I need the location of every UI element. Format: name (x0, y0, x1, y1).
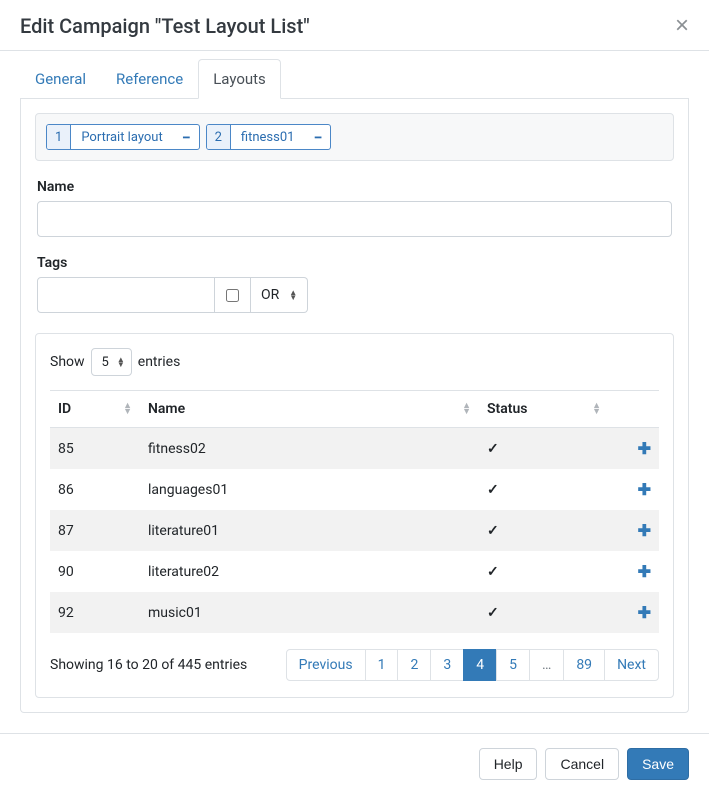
sort-icon: ▲▼ (123, 403, 132, 415)
cell-name: languages01 (140, 469, 479, 510)
sort-icon: ▲▼ (462, 403, 471, 415)
table-row: 85fitness02 ✓ ✚ (50, 428, 659, 470)
selected-layouts-bar: 1Portrait layout−2fitness01− (35, 113, 674, 161)
column-header[interactable]: Status ▲▼ (479, 391, 609, 428)
tags-exact-checkbox[interactable] (215, 277, 251, 313)
page-length-value: 5 (102, 355, 109, 370)
tab-general[interactable]: General (20, 59, 101, 99)
cell-status: ✓ (479, 428, 609, 470)
page-number-button[interactable]: 89 (563, 649, 605, 681)
cell-status: ✓ (479, 592, 609, 633)
column-header (609, 391, 659, 428)
tags-filter-label: Tags (37, 255, 672, 271)
tags-mode-select[interactable]: OR ▲▼ (251, 277, 308, 313)
column-header[interactable]: ID ▲▼ (50, 391, 140, 428)
page-number-button[interactable]: 5 (496, 649, 530, 681)
tab-bar: GeneralReferenceLayouts (20, 59, 689, 99)
layouts-table-wrap: Show 5 ▲▼ entries ID ▲▼ Name ▲▼ Status ▲▼ (35, 333, 674, 698)
check-icon: ✓ (487, 482, 499, 498)
name-filter-label: Name (37, 179, 672, 195)
tab-reference[interactable]: Reference (101, 59, 198, 99)
cell-id: 87 (50, 510, 140, 551)
cell-name: music01 (140, 592, 479, 633)
tags-filter-input[interactable] (37, 277, 215, 313)
cell-id: 85 (50, 428, 140, 470)
selected-layout-chip: 2fitness01− (206, 124, 332, 150)
add-layout-button[interactable]: ✚ (638, 439, 651, 458)
table-row: 87literature01 ✓ ✚ (50, 510, 659, 551)
check-icon: ✓ (487, 564, 499, 580)
table-row: 86languages01 ✓ ✚ (50, 469, 659, 510)
table-row: 92music01 ✓ ✚ (50, 592, 659, 633)
cell-name: literature01 (140, 510, 479, 551)
modal-title: Edit Campaign "Test Layout List" (20, 14, 310, 38)
chip-label: Portrait layout (71, 130, 172, 145)
page-prev-button[interactable]: Previous (286, 649, 366, 681)
cell-name: literature02 (140, 551, 479, 592)
save-button[interactable]: Save (627, 748, 689, 780)
layouts-panel: 1Portrait layout−2fitness01− Name Tags O… (20, 99, 689, 713)
tags-mode-label: OR (261, 287, 279, 303)
page-number-button[interactable]: 3 (430, 649, 464, 681)
cell-status: ✓ (479, 469, 609, 510)
cell-id: 86 (50, 469, 140, 510)
column-label: Name (148, 401, 185, 417)
page-length-select[interactable]: 5 ▲▼ (91, 348, 132, 376)
page-ellipsis: … (529, 649, 564, 681)
table-info: Showing 16 to 20 of 445 entries (50, 657, 247, 673)
page-number-button[interactable]: 2 (397, 649, 431, 681)
pagination: Previous12345…89Next (286, 649, 659, 681)
sort-icon: ▲▼ (592, 403, 601, 415)
select-caret-icon: ▲▼ (117, 357, 125, 367)
add-layout-button[interactable]: ✚ (638, 521, 651, 540)
length-prefix: Show (50, 354, 85, 370)
chip-index: 1 (47, 125, 71, 149)
cell-name: fitness02 (140, 428, 479, 470)
selected-layout-chip: 1Portrait layout− (46, 124, 200, 150)
select-caret-icon: ▲▼ (289, 290, 297, 300)
chip-index: 2 (207, 125, 231, 149)
cancel-button[interactable]: Cancel (545, 748, 619, 780)
add-layout-button[interactable]: ✚ (638, 480, 651, 499)
help-button[interactable]: Help (479, 748, 538, 780)
layouts-table: ID▲▼Name▲▼Status▲▼ 85fitness02✓✚86langua… (50, 390, 659, 633)
add-layout-button[interactable]: ✚ (638, 562, 651, 581)
name-filter-input[interactable] (37, 201, 672, 237)
chip-label: fitness01 (231, 130, 305, 145)
cell-status: ✓ (479, 510, 609, 551)
close-button[interactable]: × (675, 14, 689, 38)
check-icon: ✓ (487, 523, 499, 539)
check-icon: ✓ (487, 605, 499, 621)
chip-remove-button[interactable]: − (173, 128, 199, 147)
page-number-button[interactable]: 4 (463, 649, 497, 681)
cell-id: 90 (50, 551, 140, 592)
chip-remove-button[interactable]: − (304, 128, 330, 147)
column-header[interactable]: Name ▲▼ (140, 391, 479, 428)
tab-layouts[interactable]: Layouts (198, 59, 281, 99)
length-suffix: entries (138, 354, 181, 370)
cell-status: ✓ (479, 551, 609, 592)
table-row: 90literature02 ✓ ✚ (50, 551, 659, 592)
page-next-button[interactable]: Next (604, 649, 659, 681)
column-label: Status (487, 401, 527, 417)
check-icon: ✓ (487, 441, 499, 457)
add-layout-button[interactable]: ✚ (638, 603, 651, 622)
cell-id: 92 (50, 592, 140, 633)
page-number-button[interactable]: 1 (365, 649, 399, 681)
column-label: ID (58, 401, 71, 417)
